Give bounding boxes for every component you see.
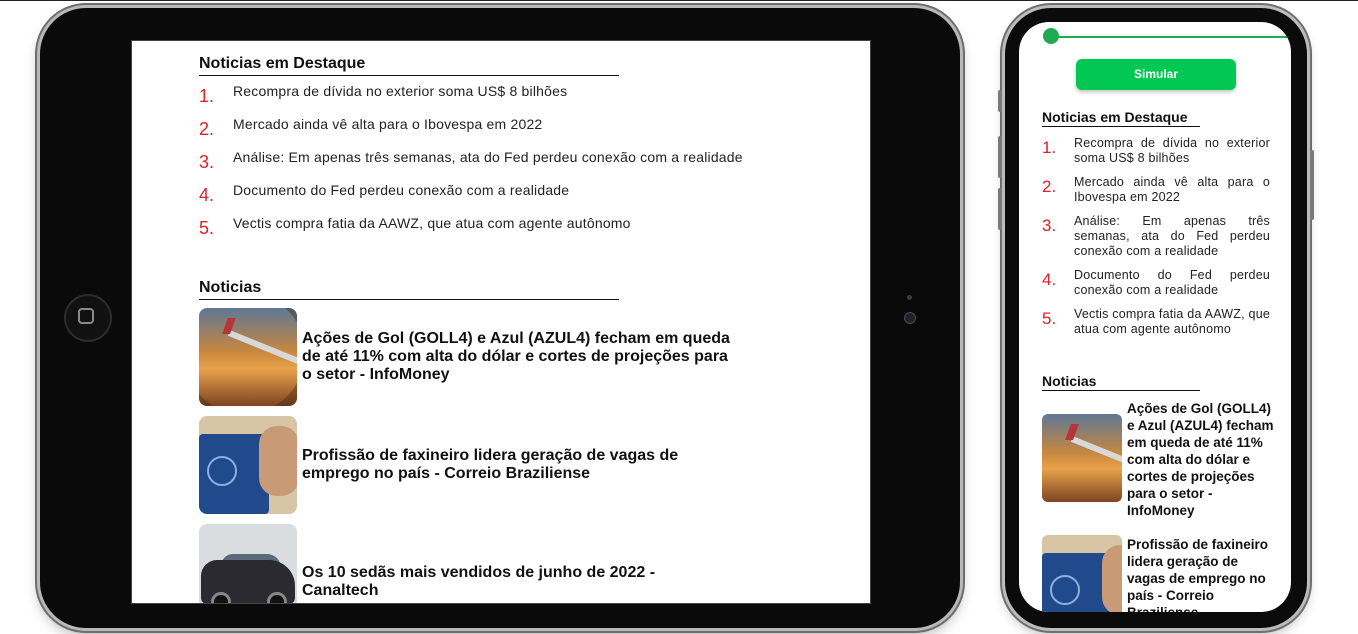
news-title[interactable]: Os 10 sedãs mais vendidos de junho de 20…: [302, 564, 732, 600]
top-border-line: [0, 0, 1358, 1]
highlight-link[interactable]: Mercado ainda vê alta para o Ibovespa em…: [233, 115, 542, 132]
highlights-list: 1. Recompra de dívida no exterior soma US…: [199, 82, 743, 247]
highlight-item[interactable]: 5. Vectis compra fatia da AAWZ, que atua …: [1042, 307, 1270, 337]
highlight-item[interactable]: 5. Vectis compra fatia da AAWZ, que atua …: [199, 214, 743, 247]
news-item[interactable]: Os 10 sedãs mais vendidos de junho de 20…: [199, 524, 759, 603]
highlight-link[interactable]: Vectis compra fatia da AAWZ, que atua co…: [1074, 307, 1270, 337]
highlights-heading: Noticias em Destaque: [1042, 109, 1200, 127]
highlight-item[interactable]: 1. Recompra de dívida no exterior soma US…: [1042, 136, 1270, 166]
phone-mute-switch: [998, 90, 1002, 112]
highlight-number: 1.: [199, 86, 215, 106]
news-thumbnail-airplane[interactable]: [1042, 414, 1122, 502]
news-section: Noticias: [199, 279, 619, 300]
highlights-list: 1. Recompra de dívida no exterior soma US…: [1042, 136, 1270, 346]
camera-icon: [904, 312, 916, 324]
news-thumbnail-airplane[interactable]: [199, 308, 297, 406]
highlight-item[interactable]: 2. Mercado ainda vê alta para o Ibovespa …: [1042, 175, 1270, 205]
news-title[interactable]: Profissão de faxineiro lidera geração de…: [1127, 536, 1275, 612]
phone-screen: Simular Noticias em Destaque 1. Recompra …: [1019, 22, 1291, 612]
highlight-link[interactable]: Recompra de dívida no exterior soma US$ …: [233, 82, 567, 99]
highlights-section: Noticias em Destaque 1. Recompra de dívid…: [199, 55, 743, 247]
phone-volume-down: [998, 188, 1002, 230]
highlight-number: 4.: [1042, 270, 1057, 289]
highlight-link[interactable]: Vectis compra fatia da AAWZ, que atua co…: [233, 214, 631, 231]
news-item[interactable]: Ações de Gol (GOLL4) e Azul (AZUL4) fech…: [199, 308, 759, 408]
highlight-number: 5.: [1042, 309, 1057, 328]
highlight-number: 3.: [199, 152, 215, 172]
highlight-link[interactable]: Análise: Em apenas três semanas, ata do …: [233, 148, 743, 165]
highlight-link[interactable]: Mercado ainda vê alta para o Ibovespa em…: [1074, 175, 1270, 205]
highlight-number: 1.: [1042, 138, 1057, 157]
highlight-link[interactable]: Documento do Fed perdeu conexão com a re…: [1074, 268, 1270, 298]
progress-line: [1053, 36, 1289, 38]
highlight-number: 2.: [199, 119, 215, 139]
phone-power-button: [1310, 150, 1314, 220]
highlight-number: 3.: [1042, 216, 1057, 235]
simulate-button[interactable]: Simular: [1076, 59, 1236, 90]
news-thumbnail-car[interactable]: [199, 524, 297, 603]
phone-volume-up: [998, 136, 1002, 178]
highlight-item[interactable]: 4. Documento do Fed perdeu conexão com a …: [1042, 268, 1270, 298]
highlight-link[interactable]: Documento do Fed perdeu conexão com a re…: [233, 181, 569, 198]
news-title[interactable]: Ações de Gol (GOLL4) e Azul (AZUL4) fech…: [302, 330, 732, 384]
tablet-sensor: [907, 295, 912, 300]
highlight-link[interactable]: Análise: Em apenas três semanas, ata do …: [1074, 214, 1270, 259]
news-title[interactable]: Ações de Gol (GOLL4) e Azul (AZUL4) fech…: [1127, 400, 1275, 519]
news-heading: Noticias: [199, 279, 619, 300]
progress-dot: [1043, 28, 1059, 44]
news-title[interactable]: Profissão de faxineiro lidera geração de…: [302, 447, 732, 483]
tablet-device-frame: Noticias em Destaque 1. Recompra de dívid…: [40, 8, 960, 628]
news-thumbnail-work-card[interactable]: [199, 416, 297, 514]
news-heading: Noticias: [1042, 373, 1200, 391]
highlight-link[interactable]: Recompra de dívida no exterior soma US$ …: [1074, 136, 1270, 166]
phone-device-frame: Simular Noticias em Destaque 1. Recompra …: [998, 8, 1314, 628]
tablet-screen: Noticias em Destaque 1. Recompra de dívid…: [131, 40, 871, 604]
highlight-item[interactable]: 3. Análise: Em apenas três semanas, ata d…: [199, 148, 743, 181]
highlight-number: 5.: [199, 218, 215, 238]
highlight-item[interactable]: 3. Análise: Em apenas três semanas, ata d…: [1042, 214, 1270, 259]
highlight-number: 2.: [1042, 177, 1057, 196]
news-thumbnail-work-card[interactable]: [1042, 535, 1122, 612]
highlights-heading: Noticias em Destaque: [199, 55, 619, 76]
home-button-icon[interactable]: [64, 294, 112, 342]
highlight-item[interactable]: 2. Mercado ainda vê alta para o Ibovespa …: [199, 115, 743, 148]
highlight-number: 4.: [199, 185, 215, 205]
highlight-item[interactable]: 4. Documento do Fed perdeu conexão com a …: [199, 181, 743, 214]
news-item[interactable]: Profissão de faxineiro lidera geração de…: [199, 416, 759, 516]
highlight-item[interactable]: 1. Recompra de dívida no exterior soma US…: [199, 82, 743, 115]
